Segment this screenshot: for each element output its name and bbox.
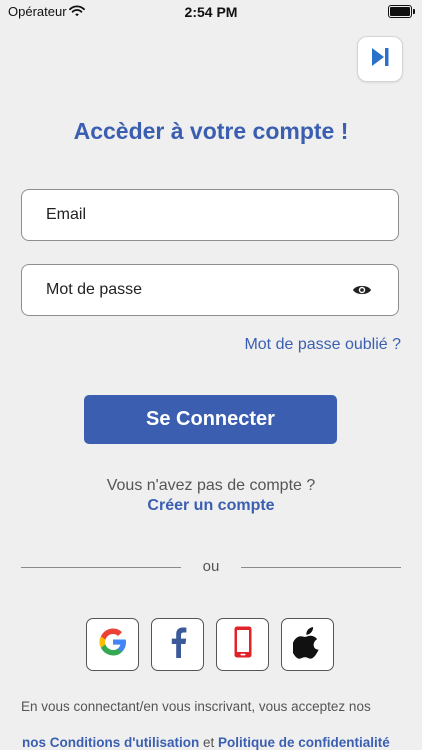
facebook-icon [167, 625, 189, 664]
terms-link[interactable]: nos Conditions d'utilisation [22, 735, 199, 750]
google-login-button[interactable] [86, 618, 139, 671]
page-title: Accèder à votre compte ! [73, 118, 349, 144]
legal-links: nos Conditions d'utilisation et Politiqu… [22, 735, 390, 750]
connect-button[interactable]: Se Connecter [84, 395, 337, 444]
divider-right [241, 567, 401, 568]
password-field[interactable] [46, 265, 346, 315]
eye-icon[interactable] [352, 283, 372, 302]
facebook-login-button[interactable] [151, 618, 204, 671]
phone-login-button[interactable] [216, 618, 269, 671]
create-account-link[interactable]: Créer un compte [0, 497, 422, 515]
forgot-password-link[interactable]: Mot de passe oublié ? [244, 336, 401, 354]
apple-icon [291, 625, 323, 664]
skip-button[interactable] [357, 36, 403, 82]
email-field[interactable] [46, 190, 346, 240]
apple-login-button[interactable] [281, 618, 334, 671]
phone-icon [233, 625, 253, 664]
skip-forward-icon [369, 46, 391, 73]
email-field-container[interactable] [21, 189, 399, 241]
no-account-text: Vous n'avez pas de compte ? [106, 477, 316, 494]
privacy-link[interactable]: Politique de confidentialité [218, 735, 390, 750]
battery-icon [388, 5, 415, 18]
status-bar: Opérateur 2:54 PM [0, 0, 422, 26]
legal-text: En vous connectant/en vous inscrivant, v… [21, 699, 371, 714]
legal-and: et [202, 735, 215, 750]
google-icon [96, 625, 130, 664]
password-field-container[interactable] [21, 264, 399, 316]
clock: 2:54 PM [184, 4, 238, 20]
